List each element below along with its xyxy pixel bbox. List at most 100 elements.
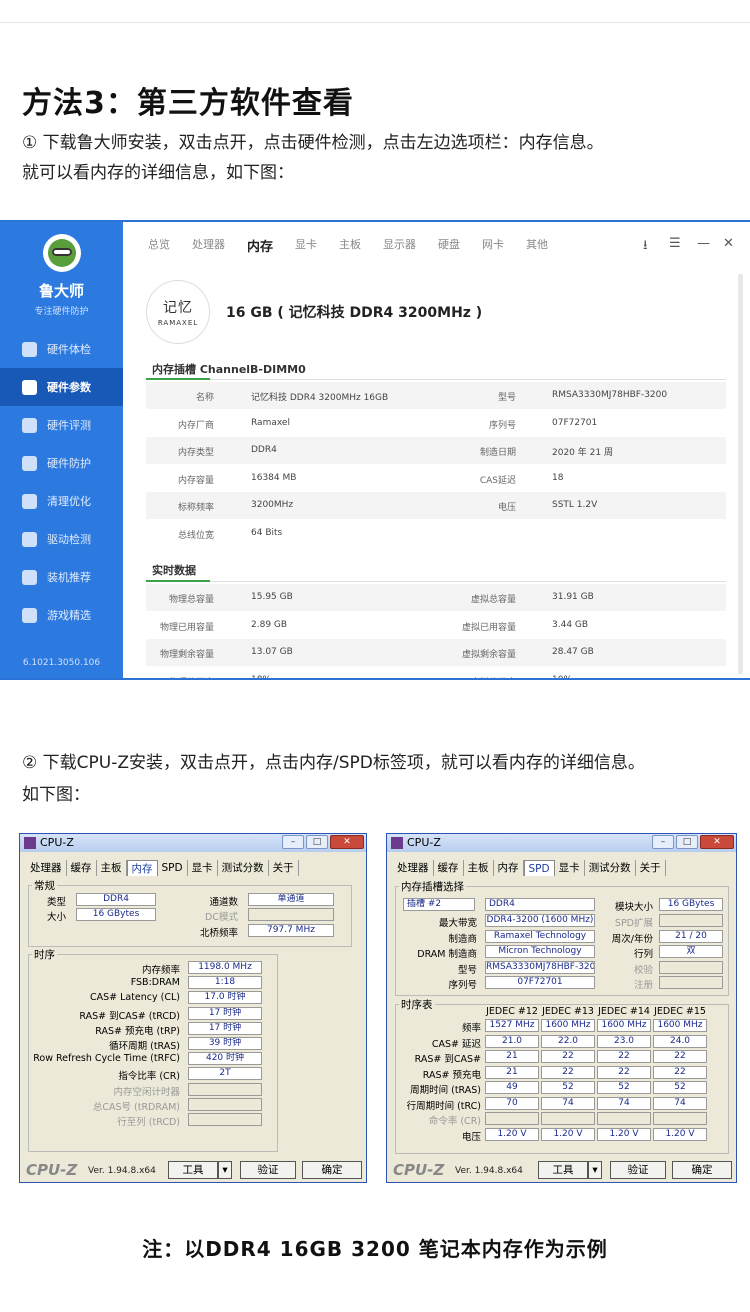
tab[interactable]: 处理器 xyxy=(393,860,434,876)
tools-button[interactable]: 工具 xyxy=(538,1161,588,1179)
sidebar-item-icon xyxy=(22,569,37,585)
week-value: 21 / 20 xyxy=(659,930,723,943)
tab[interactable]: 关于 xyxy=(269,860,299,876)
info-key: 制造日期 xyxy=(479,448,516,458)
tab[interactable]: 网卡 xyxy=(482,236,504,255)
channels-value: 单通道 xyxy=(248,893,334,906)
maker-label: 制造商 xyxy=(448,934,477,945)
jedec-cell: 1600 MHz xyxy=(597,1019,651,1032)
version-label: Ver. 1.94.8.x64 xyxy=(455,1166,523,1176)
jedec-cell: 1.20 V xyxy=(541,1127,595,1141)
sidebar-item[interactable]: 硬件防护 xyxy=(0,444,123,482)
verify-button[interactable]: 验证 xyxy=(610,1161,666,1179)
jedec-cell: 1600 MHz xyxy=(653,1019,707,1032)
info-row: 内存厂商 Ramaxel 序列号 07F72701 xyxy=(146,410,726,437)
tab[interactable]: 硬盘 xyxy=(438,236,460,255)
tab[interactable]: 内存 xyxy=(126,860,158,876)
tab[interactable]: SPD xyxy=(158,860,188,876)
tab[interactable]: 处理器 xyxy=(26,860,67,876)
tab[interactable]: 关于 xyxy=(636,860,666,876)
tab[interactable]: 主板 xyxy=(97,860,127,876)
jedec-cell: 1.20 V xyxy=(485,1127,539,1141)
ok-button[interactable]: 确定 xyxy=(302,1161,362,1179)
info-key: 内存类型 xyxy=(177,448,214,458)
info-row: 物理已用容量 2.89 GB 虚拟已用容量 3.44 GB xyxy=(146,612,726,639)
tab[interactable]: 缓存 xyxy=(67,860,97,876)
sidebar-item-label: 清理优化 xyxy=(47,495,91,508)
tools-button[interactable]: 工具 xyxy=(168,1161,218,1179)
info-key: 物理总容量 xyxy=(168,595,214,605)
tab[interactable]: SPD xyxy=(523,860,555,876)
menu-icon[interactable]: ☰ xyxy=(669,236,681,251)
scrollbar[interactable] xyxy=(738,274,743,674)
tab[interactable]: 内存 xyxy=(494,860,524,876)
max_bw-label: 最大带宽 xyxy=(438,918,477,929)
jedec-cell: 70 xyxy=(485,1096,539,1110)
tab[interactable]: 显示器 xyxy=(383,236,416,255)
section-indicator xyxy=(146,378,210,380)
jedec-row-label: 频率 xyxy=(461,1023,481,1034)
tab[interactable]: 测试分数 xyxy=(585,860,636,876)
maximize-button[interactable]: □ xyxy=(306,835,328,849)
type-value: DDR4 xyxy=(485,898,595,911)
download-icon[interactable]: ⭳ xyxy=(643,236,648,258)
timing-label: Row Refresh Cycle Time (tRFC) xyxy=(33,1053,180,1065)
info-key: 虚拟已用容量 xyxy=(461,622,516,633)
reg-value xyxy=(659,976,723,989)
tab[interactable]: 缓存 xyxy=(434,860,464,876)
tab[interactable]: 测试分数 xyxy=(218,860,269,876)
ludashi-brand: 鲁大师 xyxy=(38,282,84,300)
spd_ext-label: SPD扩展 xyxy=(614,918,653,929)
tab[interactable]: 主板 xyxy=(464,860,494,876)
cpuz-spd-window: CPU-Z – □ ✕ 处理器 缓存 主板 内存 SPD 显卡 测试分数 关于 CPU-Z Ver. 1.… xyxy=(386,833,737,1183)
sidebar-item[interactable]: 装机推荐 xyxy=(0,558,123,596)
sidebar-item[interactable]: 游戏精选 xyxy=(0,596,123,634)
tab[interactable]: 其他 xyxy=(526,236,548,255)
sidebar-item-label: 驱动检测 xyxy=(47,533,91,546)
tab[interactable]: 处理器 xyxy=(192,236,225,255)
tools-dropdown-icon[interactable]: ▾ xyxy=(588,1161,602,1179)
verify-button[interactable]: 验证 xyxy=(240,1161,296,1179)
jedec-cell: 21 xyxy=(485,1065,539,1079)
info-row: 内存类型 DDR4 制造日期 2020 年 21 周 xyxy=(146,437,726,464)
minimize-button[interactable]: – xyxy=(652,835,674,849)
info-value: 3.44 GB xyxy=(552,619,589,630)
reg-label: 注册 xyxy=(633,980,653,991)
slot-select[interactable]: 插槽 #2 xyxy=(403,898,475,911)
maximize-button[interactable]: □ xyxy=(676,835,698,849)
close-icon[interactable]: ✕ xyxy=(723,236,734,251)
close-button[interactable]: ✕ xyxy=(330,835,364,849)
tools-dropdown-icon[interactable]: ▾ xyxy=(218,1161,232,1179)
sidebar-item[interactable]: 硬件参数 xyxy=(0,368,123,406)
tab[interactable]: 主板 xyxy=(339,236,361,255)
ludashi-logo-icon xyxy=(43,234,81,272)
sidebar-item[interactable]: 硬件评测 xyxy=(0,406,123,444)
minimize-button[interactable]: – xyxy=(282,835,304,849)
tab[interactable]: 内存 xyxy=(247,236,273,255)
info-value: 18 xyxy=(552,472,564,483)
jedec-row-label: RAS# 预充电 xyxy=(422,1069,481,1081)
ok-button[interactable]: 确定 xyxy=(672,1161,732,1179)
close-button[interactable]: ✕ xyxy=(700,835,734,849)
tab[interactable]: 显卡 xyxy=(295,236,317,255)
tab[interactable]: 显卡 xyxy=(188,860,218,876)
tab[interactable]: 显卡 xyxy=(555,860,585,876)
info-key: 物理已用容量 xyxy=(159,622,214,633)
jedec-row-label: 周期时间 (tRAS) xyxy=(410,1085,481,1096)
top-divider xyxy=(0,22,750,23)
rank-label: 行列 xyxy=(633,949,653,960)
timing-value xyxy=(188,1113,262,1126)
jedec-cell xyxy=(541,1112,595,1125)
check-label: 校验 xyxy=(633,965,653,976)
jedec-cell: 22 xyxy=(597,1050,651,1063)
timing-label: RAS# 到CAS# (tRCD) xyxy=(79,1010,180,1022)
sidebar-item[interactable]: 驱动检测 xyxy=(0,520,123,558)
sidebar-item[interactable]: 硬件体检 xyxy=(0,330,123,368)
cpuz-memory-window: CPU-Z – □ ✕ 处理器 缓存 主板 内存 SPD 显卡 测试分数 关于 CPU-Z Ver. 1.… xyxy=(19,833,367,1183)
tab[interactable]: 总览 xyxy=(148,236,170,255)
info-row: 物理剩余容量 13.07 GB 虚拟剩余容量 28.47 GB xyxy=(146,639,726,666)
info-key: 名称 xyxy=(195,393,214,403)
minimize-icon[interactable]: — xyxy=(697,236,710,251)
sidebar-item[interactable]: 清理优化 xyxy=(0,482,123,520)
info-row: 物理使用率 18% 虚拟使用率 10% xyxy=(146,667,726,679)
